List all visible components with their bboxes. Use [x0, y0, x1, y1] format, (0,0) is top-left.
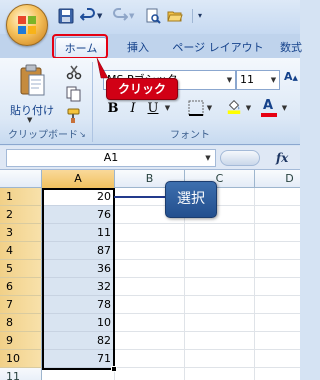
click-callout-pointer	[96, 58, 109, 79]
cell-a6[interactable]: 32	[42, 278, 115, 296]
bold-button[interactable]: B	[104, 98, 122, 118]
row-header[interactable]: 2	[0, 206, 42, 224]
office-button[interactable]	[6, 4, 48, 46]
row-header[interactable]: 9	[0, 332, 42, 350]
row-header[interactable]: 5	[0, 260, 42, 278]
cell-a5[interactable]: 36	[42, 260, 115, 278]
insert-function-icon[interactable]: fx	[276, 149, 296, 167]
print-preview-icon[interactable]	[145, 8, 161, 24]
underline-button[interactable]: U	[144, 98, 162, 118]
clipboard-dialog-launcher-icon[interactable]: ↘	[79, 130, 89, 140]
fill-color-icon[interactable]	[226, 98, 242, 114]
customize-qat-icon[interactable]: ▾	[198, 8, 214, 24]
undo-icon[interactable]	[80, 8, 96, 24]
row-header[interactable]: 6	[0, 278, 42, 296]
save-icon[interactable]	[58, 8, 74, 24]
cell-a8[interactable]: 10	[42, 314, 115, 332]
row-header[interactable]: 7	[0, 296, 42, 314]
row-header[interactable]: 4	[0, 242, 42, 260]
font-color-icon[interactable]: A	[261, 98, 277, 118]
cell-a1[interactable]: 20	[42, 188, 115, 206]
font-size-dropdown-icon[interactable]: ▼	[268, 71, 279, 89]
redo-icon[interactable]	[112, 8, 128, 24]
italic-button[interactable]: I	[124, 98, 142, 118]
row-header[interactable]: 10	[0, 350, 42, 368]
paste-dropdown-icon[interactable]: ▼	[27, 116, 32, 124]
paste-icon	[20, 64, 45, 96]
font-color-dropdown-icon[interactable]: ▼	[280, 98, 289, 118]
row-header[interactable]: 11	[0, 368, 42, 380]
column-header-d[interactable]: D	[255, 170, 300, 188]
cell-a10[interactable]: 71	[42, 350, 115, 368]
font-group-label: フォント	[170, 130, 210, 141]
row-header[interactable]: 3	[0, 224, 42, 242]
cell-a4[interactable]: 87	[42, 242, 115, 260]
name-box[interactable]: A1	[6, 149, 216, 167]
copy-icon[interactable]	[66, 86, 82, 102]
cell-a9[interactable]: 82	[42, 332, 115, 350]
column-header-a[interactable]: A	[42, 170, 115, 188]
formula-bar: A1 ▼ fx	[0, 146, 300, 170]
cell-a3[interactable]: 11	[42, 224, 115, 242]
borders-dropdown-icon[interactable]: ▼	[205, 98, 214, 118]
tab-page-layout[interactable]: ページ レイアウト	[168, 37, 268, 58]
ribbon-tab-bar: ホーム 挿入 ページ レイアウト 数式	[0, 34, 302, 58]
fill-handle[interactable]	[111, 366, 117, 372]
font-name-dropdown-icon[interactable]: ▼	[224, 71, 235, 89]
cell-a7[interactable]: 78	[42, 296, 115, 314]
row-header[interactable]: 8	[0, 314, 42, 332]
select-all-corner[interactable]	[0, 170, 42, 188]
click-callout: クリック	[106, 78, 178, 100]
cell-a11[interactable]	[42, 368, 115, 380]
name-box-dropdown-icon[interactable]: ▼	[202, 150, 214, 166]
column-header-row: A B C D	[0, 170, 300, 188]
paste-button[interactable]: 貼り付け ▼	[10, 62, 54, 124]
worksheet-grid[interactable]: A B C D 1 2 3 4 5 6 7 8 9 10 11 20 76 11…	[0, 170, 300, 380]
select-callout: 選択	[165, 181, 217, 218]
tab-insert[interactable]: 挿入	[118, 37, 158, 58]
redo-dropdown-icon[interactable]: ▼	[129, 8, 145, 24]
borders-icon[interactable]	[188, 100, 204, 116]
fill-color-dropdown-icon[interactable]: ▼	[244, 98, 253, 118]
undo-dropdown-icon[interactable]: ▼	[97, 8, 113, 24]
tab-formulas[interactable]: 数式	[280, 37, 310, 58]
home-tab-highlight	[52, 34, 108, 59]
select-callout-leader	[114, 196, 166, 198]
cut-icon[interactable]	[66, 64, 82, 80]
open-folder-icon[interactable]	[167, 8, 183, 24]
clipboard-group-label: クリップボード	[8, 130, 78, 141]
format-painter-icon[interactable]	[66, 108, 82, 124]
underline-dropdown-icon[interactable]: ▼	[163, 98, 172, 118]
grow-font-icon[interactable]: A▲	[284, 70, 300, 90]
qat-separator	[192, 9, 193, 23]
office-logo-icon	[18, 16, 36, 34]
row-header[interactable]: 1	[0, 188, 42, 206]
cell-a2[interactable]: 76	[42, 206, 115, 224]
formula-bar-splitter[interactable]	[220, 150, 260, 166]
group-separator	[92, 62, 93, 142]
ribbon: 貼り付け ▼ クリップボード ↘ MS Pゴシック ▼ 11 ▼ A▲ B I …	[0, 58, 300, 145]
